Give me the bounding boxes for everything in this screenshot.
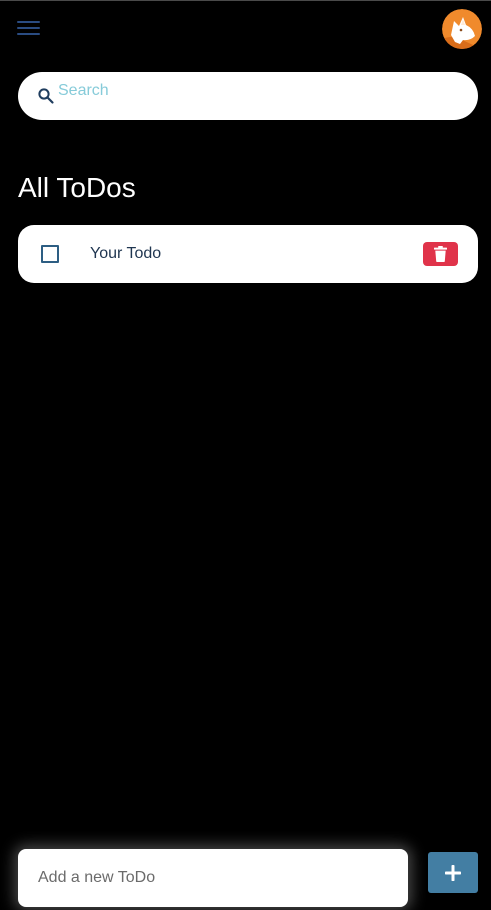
page-title: All ToDos bbox=[18, 172, 136, 203]
search-bar bbox=[18, 72, 478, 120]
add-todo-button[interactable] bbox=[428, 852, 478, 893]
trash-icon bbox=[434, 246, 447, 262]
new-todo-field bbox=[18, 849, 408, 907]
delete-todo-button[interactable] bbox=[423, 242, 458, 266]
search-icon[interactable] bbox=[37, 87, 55, 105]
fox-avatar-icon bbox=[442, 9, 482, 49]
search-input[interactable] bbox=[58, 78, 458, 104]
plus-icon bbox=[445, 865, 461, 881]
todo-text: Your Todo bbox=[90, 245, 162, 262]
avatar[interactable] bbox=[442, 9, 482, 49]
new-todo-input[interactable] bbox=[38, 867, 388, 889]
top-divider bbox=[0, 0, 491, 1]
hamburger-menu-icon[interactable] bbox=[16, 19, 42, 37]
todo-item: Your Todo bbox=[18, 225, 478, 283]
todo-checkbox[interactable] bbox=[41, 245, 59, 263]
